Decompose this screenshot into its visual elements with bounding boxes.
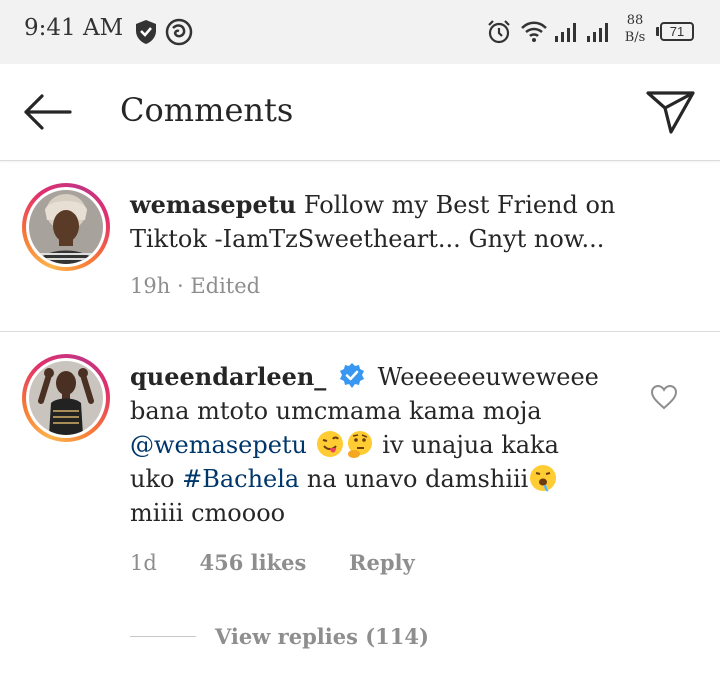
reply-button[interactable]: Reply: [349, 550, 415, 575]
alarm-icon: [488, 20, 510, 44]
comment-body-line: bana mtoto umcmama kama moja: [130, 397, 542, 425]
comment-meta: 19h · Edited: [130, 274, 260, 298]
heart-icon[interactable]: [650, 384, 678, 410]
comment-meta: 1d 456 likes Reply: [130, 550, 415, 575]
network-speed: 88 B/s: [618, 12, 652, 46]
comment-body-line: Weeeeeeuweweee: [377, 363, 599, 391]
likes-count[interactable]: 456 likes: [200, 550, 307, 575]
status-bar: 9:41 AM 88 B/s 71: [0, 0, 720, 64]
winking-tongue-emoji-icon: [316, 431, 343, 457]
comment-body-line: na unavo damshiii: [306, 465, 529, 493]
network-speed-value: 88: [626, 13, 644, 28]
avatar[interactable]: [22, 354, 110, 442]
app-header: Comments: [0, 64, 720, 161]
wifi-icon: [521, 21, 547, 42]
signal-icon: [587, 23, 608, 42]
comment-time: 19h: [130, 274, 171, 298]
meta-separator: ·: [176, 274, 184, 298]
comment-text: queendarleen_ Weeeeeeuweweee bana mtoto …: [130, 360, 599, 530]
signal-icon: [555, 23, 576, 42]
avatar-photo: [29, 190, 103, 264]
arrow-left-icon[interactable]: [20, 92, 74, 132]
hashtag-link[interactable]: #Bachela: [182, 465, 299, 493]
avatar-photo: [29, 361, 103, 435]
view-replies-button[interactable]: View replies (114): [215, 624, 429, 649]
shield-icon: [136, 20, 156, 44]
status-time: 9:41 AM: [24, 15, 124, 41]
comment-time: 1d: [130, 551, 157, 575]
page-title: Comments: [120, 91, 294, 129]
thinking-face-emoji-icon: [347, 431, 372, 458]
vpn-icon: [165, 18, 193, 46]
verified-badge-icon: [339, 363, 364, 388]
divider: [0, 331, 720, 332]
comment-body-line: iv unajua kaka: [382, 431, 559, 459]
battery-tip: [656, 27, 659, 36]
comment-body-line: uko: [130, 465, 175, 493]
battery-indicator: 71: [660, 22, 694, 41]
comment-username[interactable]: wemasepetu: [130, 190, 296, 219]
comment-body-line: Follow my Best Friend on: [303, 191, 616, 219]
avatar[interactable]: [22, 183, 110, 271]
comment-body-line: Tiktok -IamTzSweetheart... Gnyt now...: [130, 225, 605, 253]
comment-text: wemasepetu Follow my Best Friend on Tikt…: [130, 188, 615, 256]
replies-divider-line: [130, 636, 196, 637]
edited-label: Edited: [190, 274, 261, 298]
paper-plane-icon[interactable]: [645, 88, 697, 136]
comment-username[interactable]: queendarleen_: [130, 362, 326, 391]
drooling-face-emoji-icon: [530, 465, 557, 492]
comment-body-line: miiii cmoooo: [130, 499, 286, 527]
mention-link[interactable]: @wemasepetu: [130, 431, 307, 459]
network-speed-unit: B/s: [624, 30, 646, 45]
